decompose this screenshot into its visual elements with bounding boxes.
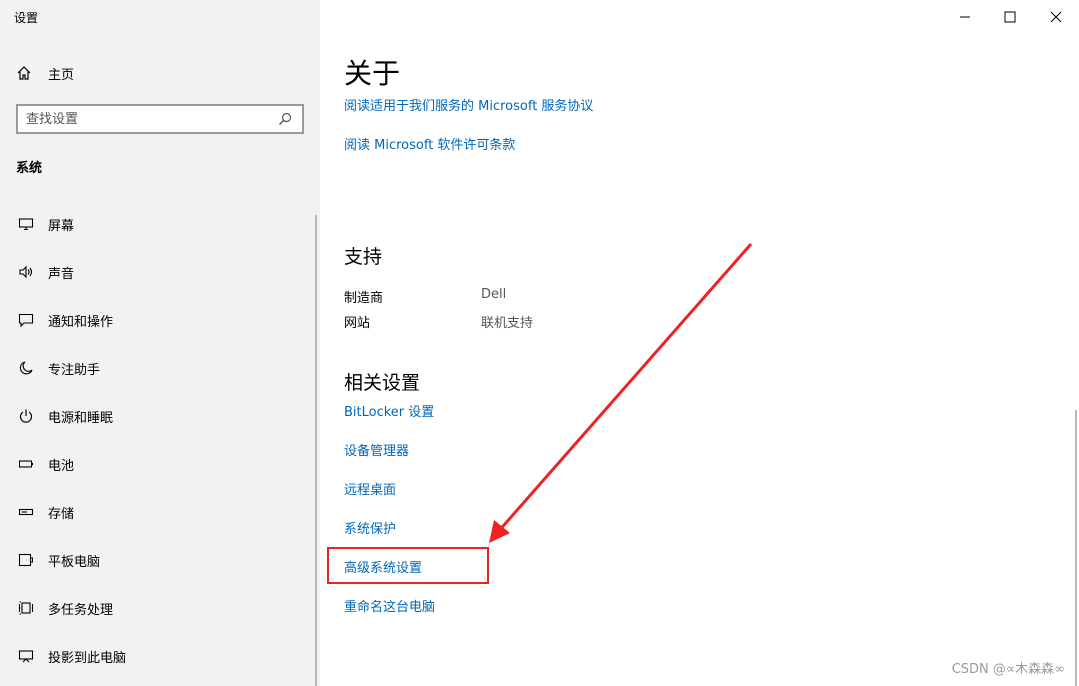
section-label-system: 系统 (16, 161, 43, 176)
sidebar-item-label: 专注助手 (48, 362, 101, 378)
window-title: 设置 (14, 11, 39, 25)
search-box[interactable] (16, 104, 304, 134)
sidebar-item-label: 投影到此电脑 (48, 650, 127, 666)
monitor-icon (16, 214, 36, 234)
remote-desktop-link[interactable]: 远程桌面 (344, 479, 396, 498)
home-label: 主页 (48, 67, 75, 83)
page-title: 关于 (344, 57, 401, 90)
device-manager-link[interactable]: 设备管理器 (344, 440, 409, 459)
multitask-icon (16, 598, 36, 618)
annotation-highlight-box (327, 547, 489, 584)
sidebar-item-tablet[interactable]: 平板电脑 (0, 536, 316, 584)
maximize-button[interactable] (999, 6, 1021, 28)
main-scrollbar[interactable] (1075, 410, 1077, 686)
sidebar-item-label: 电池 (48, 458, 75, 474)
minimize-button[interactable] (954, 6, 976, 28)
sidebar-item-label: 多任务处理 (48, 602, 114, 618)
search-icon[interactable] (278, 111, 294, 127)
notification-icon (16, 310, 36, 330)
close-icon (1050, 11, 1062, 23)
sidebar-item-sound[interactable]: 声音 (0, 248, 316, 296)
sidebar-item-label: 平板电脑 (48, 554, 101, 570)
sidebar-item-project-to-pc[interactable]: 投影到此电脑 (0, 632, 316, 680)
microsoft-services-agreement-link[interactable]: 阅读适用于我们服务的 Microsoft 服务协议 (344, 95, 593, 114)
microsoft-license-terms-link[interactable]: 阅读 Microsoft 软件许可条款 (344, 134, 515, 153)
website-label: 网站 (344, 316, 371, 331)
sidebar-item-power-sleep[interactable]: 电源和睡眠 (0, 392, 316, 440)
online-support-link[interactable]: 联机支持 (481, 312, 533, 331)
rename-this-pc-link[interactable]: 重命名这台电脑 (344, 596, 435, 615)
support-heading: 支持 (344, 246, 383, 268)
sidebar-item-label: 存储 (48, 506, 75, 522)
minimize-icon (960, 16, 970, 18)
sidebar-scrollbar[interactable] (315, 215, 317, 686)
manufacturer-label: 制造商 (344, 291, 384, 306)
home-icon (16, 63, 36, 83)
battery-icon (16, 454, 36, 474)
close-button[interactable] (1045, 6, 1067, 28)
sidebar-item-label: 屏幕 (48, 218, 75, 234)
home-nav-item[interactable]: 主页 (16, 62, 74, 84)
search-input[interactable] (26, 111, 278, 127)
manufacturer-value: Dell (481, 287, 507, 302)
moon-icon (16, 358, 36, 378)
main-content: 关于 阅读适用于我们服务的 Microsoft 服务协议 阅读 Microsof… (320, 0, 1079, 686)
power-icon (16, 406, 36, 426)
sidebar-item-battery[interactable]: 电池 (0, 440, 316, 488)
maximize-icon (1004, 11, 1016, 23)
sidebar-nav: 屏幕 声音 通知和操作 专注助手 电源和睡眠 电池 存储 平板电脑 多任务处理 … (0, 200, 316, 680)
sidebar: 设置 主页 系统 屏幕 声音 通知和操作 专注助手 (0, 0, 320, 686)
tablet-icon (16, 550, 36, 570)
related-settings-heading: 相关设置 (344, 372, 421, 394)
sidebar-item-focus-assist[interactable]: 专注助手 (0, 344, 316, 392)
sidebar-item-display[interactable]: 屏幕 (0, 200, 316, 248)
sidebar-item-storage[interactable]: 存储 (0, 488, 316, 536)
sidebar-item-multitasking[interactable]: 多任务处理 (0, 584, 316, 632)
speaker-icon (16, 262, 36, 282)
watermark: CSDN @∝木森森∞ (951, 662, 1065, 677)
bitlocker-settings-link[interactable]: BitLocker 设置 (344, 401, 434, 420)
sidebar-item-notifications[interactable]: 通知和操作 (0, 296, 316, 344)
sidebar-item-label: 通知和操作 (48, 314, 114, 330)
project-icon (16, 646, 36, 666)
sidebar-item-label: 电源和睡眠 (48, 410, 114, 426)
system-protection-link[interactable]: 系统保护 (344, 518, 396, 537)
storage-icon (16, 502, 36, 522)
sidebar-item-label: 声音 (48, 266, 75, 282)
